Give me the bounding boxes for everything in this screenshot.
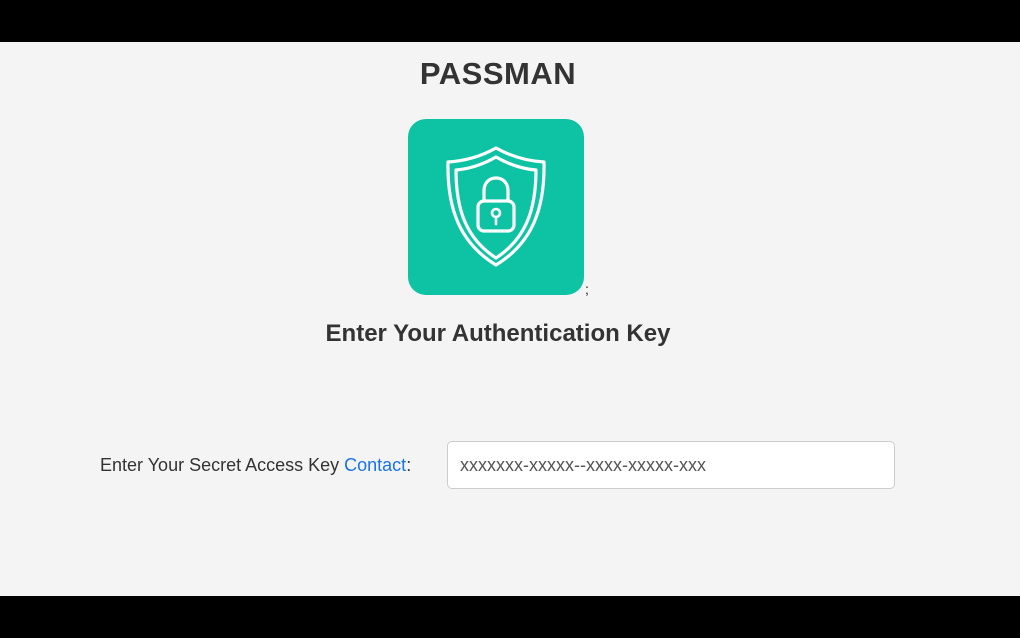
access-key-label: Enter Your Secret Access Key Contact: bbox=[100, 455, 411, 476]
shield-lock-icon bbox=[408, 119, 584, 295]
access-key-label-colon: : bbox=[406, 454, 412, 475]
access-key-label-row: Enter Your Secret Access Key Contact: bbox=[100, 441, 411, 489]
stray-semicolon: ; bbox=[585, 281, 589, 297]
auth-heading: Enter Your Authentication Key bbox=[325, 320, 671, 347]
app-title: PASSMAN bbox=[419, 56, 577, 91]
contact-link[interactable]: Contact bbox=[344, 455, 406, 475]
bottom-letterbox-bar bbox=[0, 596, 1020, 638]
access-key-label-text: Enter Your Secret Access Key bbox=[100, 454, 345, 475]
page-content: PASSMAN ; Enter Your Authentication Key … bbox=[0, 42, 1020, 596]
top-letterbox-bar bbox=[0, 0, 1020, 42]
access-key-input[interactable] bbox=[447, 441, 895, 489]
